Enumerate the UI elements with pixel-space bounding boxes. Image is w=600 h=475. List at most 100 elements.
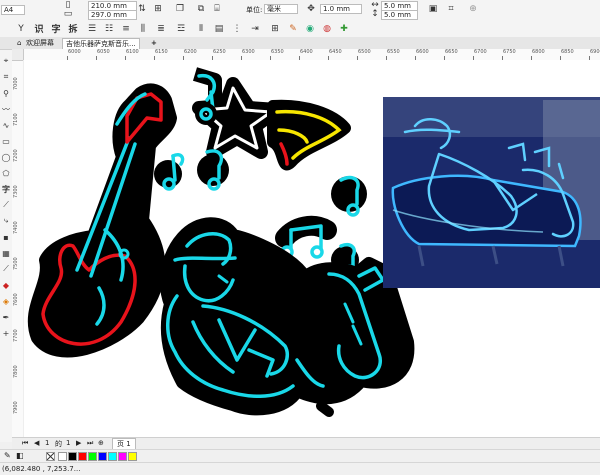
- dup-x-icon: ↔: [371, 0, 379, 10]
- note-b-stem: [171, 154, 177, 182]
- align-right-icon[interactable]: ≡: [121, 23, 131, 34]
- hruler-tick-label: 6200: [184, 49, 197, 55]
- hruler-tick-label: 6350: [271, 49, 284, 55]
- hruler-tick-label: 6000: [68, 49, 81, 55]
- color-picker-icon[interactable]: ◍: [322, 23, 332, 34]
- parallel-dimension-icon[interactable]: ⟋: [1, 200, 11, 210]
- polygon-tool-icon[interactable]: ⬠: [1, 168, 11, 178]
- color-swatch[interactable]: [68, 452, 77, 461]
- first-page-icon[interactable]: ⏮: [22, 439, 28, 448]
- add-tool-icon[interactable]: +: [1, 328, 11, 338]
- grid-icon[interactable]: ⊞: [270, 23, 280, 34]
- hruler-tick-label: 6150: [155, 49, 168, 55]
- palette-icon[interactable]: ◉: [305, 23, 315, 34]
- guitar-graphic: [27, 83, 177, 358]
- color-swatch[interactable]: [118, 452, 127, 461]
- all-pages-icon[interactable]: ❐: [175, 4, 185, 14]
- tab-welcome[interactable]: 欢迎屏幕: [23, 38, 57, 48]
- hruler-tick-label: 6250: [213, 49, 226, 55]
- tab-new[interactable]: +: [148, 38, 160, 48]
- color-swatch[interactable]: [58, 452, 67, 461]
- page-size-select[interactable]: A4: [1, 5, 25, 15]
- vruler-tick-label: 7800: [13, 365, 19, 378]
- hruler-tick-label: 6800: [532, 49, 545, 55]
- text-frame-icon[interactable]: ▤: [214, 23, 224, 34]
- pen-icon[interactable]: ✎: [4, 451, 11, 460]
- fill-icon[interactable]: ◧: [16, 451, 24, 460]
- page-frame-icon[interactable]: ▣: [428, 4, 438, 14]
- hruler-tick-label: 6900: [590, 49, 600, 55]
- orientation-icon[interactable]: ⌸: [212, 4, 222, 14]
- landscape-icon[interactable]: ▭: [64, 9, 73, 19]
- note-e-head2: [310, 245, 324, 259]
- list-icon[interactable]: ⋮: [232, 23, 242, 34]
- units-select[interactable]: 毫米: [264, 4, 298, 14]
- indent-icon[interactable]: ⇥: [250, 23, 260, 34]
- hruler-tick-label: 6700: [474, 49, 487, 55]
- color-swatch[interactable]: [98, 452, 107, 461]
- nudge-field[interactable]: 1.0 mm: [320, 4, 362, 14]
- spacing-icon[interactable]: ≣: [156, 23, 166, 34]
- tab-document[interactable]: 吉他乐器萨克斯音乐...: [62, 38, 140, 49]
- drop-shadow-icon[interactable]: ▪: [1, 232, 11, 242]
- next-page-icon[interactable]: ▶: [76, 439, 81, 447]
- cursor-coordinates: (6,082.480 , 7,253.7...: [2, 465, 81, 473]
- vruler-tick-label: 7600: [13, 293, 19, 306]
- smart-fill-icon[interactable]: ◈: [1, 296, 11, 306]
- hat-brim: [173, 256, 237, 262]
- hruler-tick-label: 6600: [416, 49, 429, 55]
- color-swatch[interactable]: [78, 452, 87, 461]
- no-color-swatch[interactable]: [46, 452, 55, 461]
- text-split-button[interactable]: 拆: [68, 23, 78, 35]
- color-swatch[interactable]: [108, 452, 117, 461]
- stand-backing: [316, 401, 334, 417]
- snap-icon[interactable]: ⌗: [446, 4, 456, 14]
- last-page-icon[interactable]: ⏭: [87, 439, 93, 448]
- artwork-svg: [23, 60, 600, 437]
- eyedropper-icon[interactable]: ⟋: [1, 264, 11, 274]
- brush-icon[interactable]: ✎: [288, 23, 298, 34]
- crop-tool-icon[interactable]: ⌗: [1, 72, 11, 82]
- rectangle-tool-icon[interactable]: ▭: [1, 136, 11, 146]
- sax-player-graphic: [160, 217, 415, 417]
- artistic-media-icon[interactable]: ∿: [1, 120, 11, 130]
- status-bar: (6,082.480 , 7,253.7...: [0, 462, 600, 475]
- text-toolbar: Y 识 字 拆 ☰ ☷ ≡ ⫼ ≣ ☲ ⫴ ▤ ⋮ ⇥ ⊞ ✎ ◉ ◍ ✚: [0, 20, 600, 38]
- justify-icon[interactable]: ☲: [176, 23, 186, 34]
- text-tool-button[interactable]: 字: [51, 23, 61, 35]
- text-style-icon[interactable]: Y: [16, 23, 26, 34]
- transparency-tool-icon[interactable]: ▦: [1, 248, 11, 258]
- outline-pen-icon[interactable]: ✒: [1, 312, 11, 322]
- align-left-icon[interactable]: ☰: [87, 23, 97, 34]
- hruler-tick-label: 6100: [126, 49, 139, 55]
- drawing-canvas[interactable]: [23, 60, 600, 437]
- shape-tool-icon[interactable]: ⌖: [1, 56, 11, 66]
- spinner-icon[interactable]: ⇅: [137, 4, 147, 14]
- page-height-field[interactable]: 297.0 mm: [88, 10, 137, 20]
- columns-icon[interactable]: ⫴: [196, 23, 206, 34]
- lock-ratio-icon[interactable]: ⊞: [153, 4, 163, 14]
- add-icon[interactable]: ⊕: [468, 4, 478, 14]
- portrait-icon[interactable]: ▯: [64, 0, 72, 10]
- text-vertical-button[interactable]: 识: [34, 23, 44, 35]
- color-swatch[interactable]: [88, 452, 97, 461]
- ellipse-tool-icon[interactable]: ◯: [1, 152, 11, 162]
- zoom-tool-icon[interactable]: ⚲: [1, 88, 11, 98]
- add-page-icon[interactable]: ⊕: [98, 439, 104, 447]
- align-center-icon[interactable]: ☷: [104, 23, 114, 34]
- plugin-icon[interactable]: ✚: [339, 23, 349, 34]
- current-page-icon[interactable]: ⧉: [196, 4, 206, 14]
- note-b-backing: [154, 160, 182, 188]
- hruler-tick-label: 6550: [387, 49, 400, 55]
- interactive-fill-icon[interactable]: ◆: [1, 280, 11, 290]
- distribute-icon[interactable]: ⫼: [138, 23, 148, 34]
- prev-page-icon[interactable]: ◀: [34, 439, 39, 447]
- no-color-x-icon: [47, 453, 54, 460]
- vruler-tick-label: 7900: [13, 401, 19, 414]
- nudge-icon: ✥: [307, 4, 315, 14]
- connector-tool-icon[interactable]: ⤷: [1, 216, 11, 226]
- duplicate-y-field[interactable]: 5.0 mm: [381, 10, 418, 20]
- freehand-tool-icon[interactable]: 〰: [1, 104, 11, 114]
- text-tool-icon[interactable]: 字: [1, 184, 11, 194]
- color-swatch[interactable]: [128, 452, 137, 461]
